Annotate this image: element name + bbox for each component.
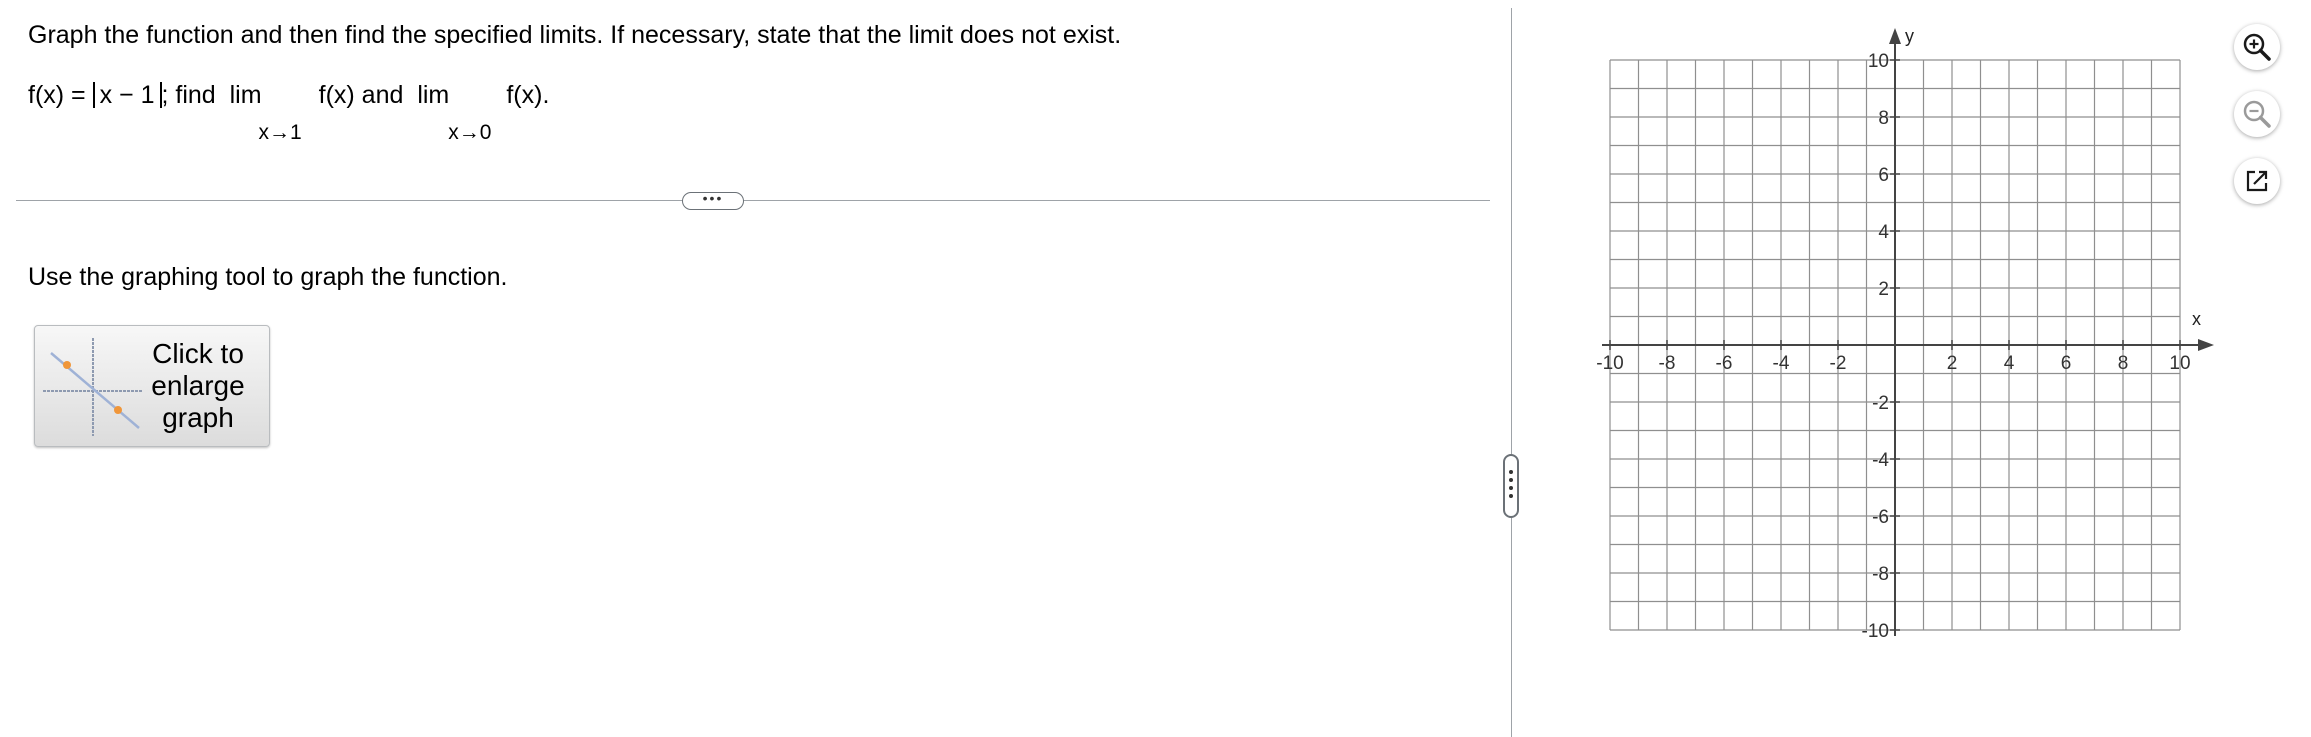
limit-1-subscript: x→1 (258, 121, 302, 144)
y-tick-label: -2 (1872, 393, 1889, 414)
y-tick-label: 6 (1878, 165, 1889, 186)
x-tick-label: -6 (1716, 353, 1733, 374)
limit-2-function: f(x). (506, 81, 550, 109)
limit-1-function: f(x) and (318, 81, 404, 109)
graph-prompt: Use the graphing tool to graph the funct… (28, 263, 508, 291)
x-tick-label: -2 (1830, 353, 1847, 374)
x-tick-label: -10 (1596, 353, 1623, 374)
x-tick-label: 8 (2118, 353, 2129, 374)
zoom-out-icon (2243, 100, 2271, 128)
x-tick-label: -4 (1773, 353, 1790, 374)
zoom-in-button[interactable] (2234, 24, 2280, 70)
y-tick-label: 4 (1878, 222, 1889, 243)
x-tick-label: -8 (1659, 353, 1676, 374)
y-axis-label: y (1905, 26, 1914, 46)
x-axis-arrow (2198, 339, 2214, 351)
function-lhs: f(x) = (28, 81, 93, 109)
y-tick-label: 8 (1878, 108, 1889, 129)
y-tick-label: -4 (1872, 450, 1889, 471)
x-tick-label: 4 (2004, 353, 2015, 374)
x-tick-label: 2 (1947, 353, 1958, 374)
pane-resize-handle[interactable] (1503, 454, 1519, 518)
enlarge-graph-label: Click to enlarge graph (151, 338, 245, 433)
zoom-in-icon (2243, 33, 2271, 61)
graphing-area[interactable]: x y -10 -8 -6 -4 -2 2 4 6 8 10 10 8 6 4 2 -2 -4 -6 -8 -10 (1580, 20, 2230, 650)
y-axis-arrow (1889, 28, 1901, 44)
limit-2-label: lim (417, 81, 450, 109)
question-pane: Graph the function and then find the spe… (0, 0, 1495, 729)
y-tick-label: 2 (1878, 279, 1889, 300)
y-tick-label: -8 (1872, 564, 1889, 585)
section-divider (16, 200, 1490, 201)
expand-question-button[interactable]: ••• (682, 191, 744, 210)
enlarge-graph-button[interactable]: Click to enlarge graph (34, 325, 270, 447)
popout-button[interactable] (2234, 158, 2280, 204)
x-axis-label: x (2192, 309, 2201, 329)
pane-divider (1511, 8, 1512, 737)
graph-thumbnail-icon (43, 338, 143, 436)
x-tick-label: 6 (2061, 353, 2072, 374)
zoom-out-button[interactable] (2234, 91, 2280, 137)
limit-2: lim x→0 (417, 81, 506, 144)
limit-2-subscript: x→0 (448, 121, 492, 144)
question-instruction: Graph the function and then find the spe… (28, 21, 1122, 49)
absolute-value-expression: x − 1 (92, 82, 162, 108)
find-text: ; find (161, 81, 216, 109)
limit-1-label: lim (229, 81, 262, 109)
function-statement: f(x) = x − 1; find lim x→1 f(x) and lim … (28, 80, 550, 144)
y-tick-label: 10 (1868, 51, 1889, 72)
y-tick-label: -6 (1872, 507, 1889, 528)
limit-1: lim x→1 (229, 81, 319, 144)
x-tick-label: 10 (2169, 353, 2190, 374)
external-link-icon (2246, 170, 2268, 192)
y-tick-label: -10 (1862, 621, 1889, 642)
